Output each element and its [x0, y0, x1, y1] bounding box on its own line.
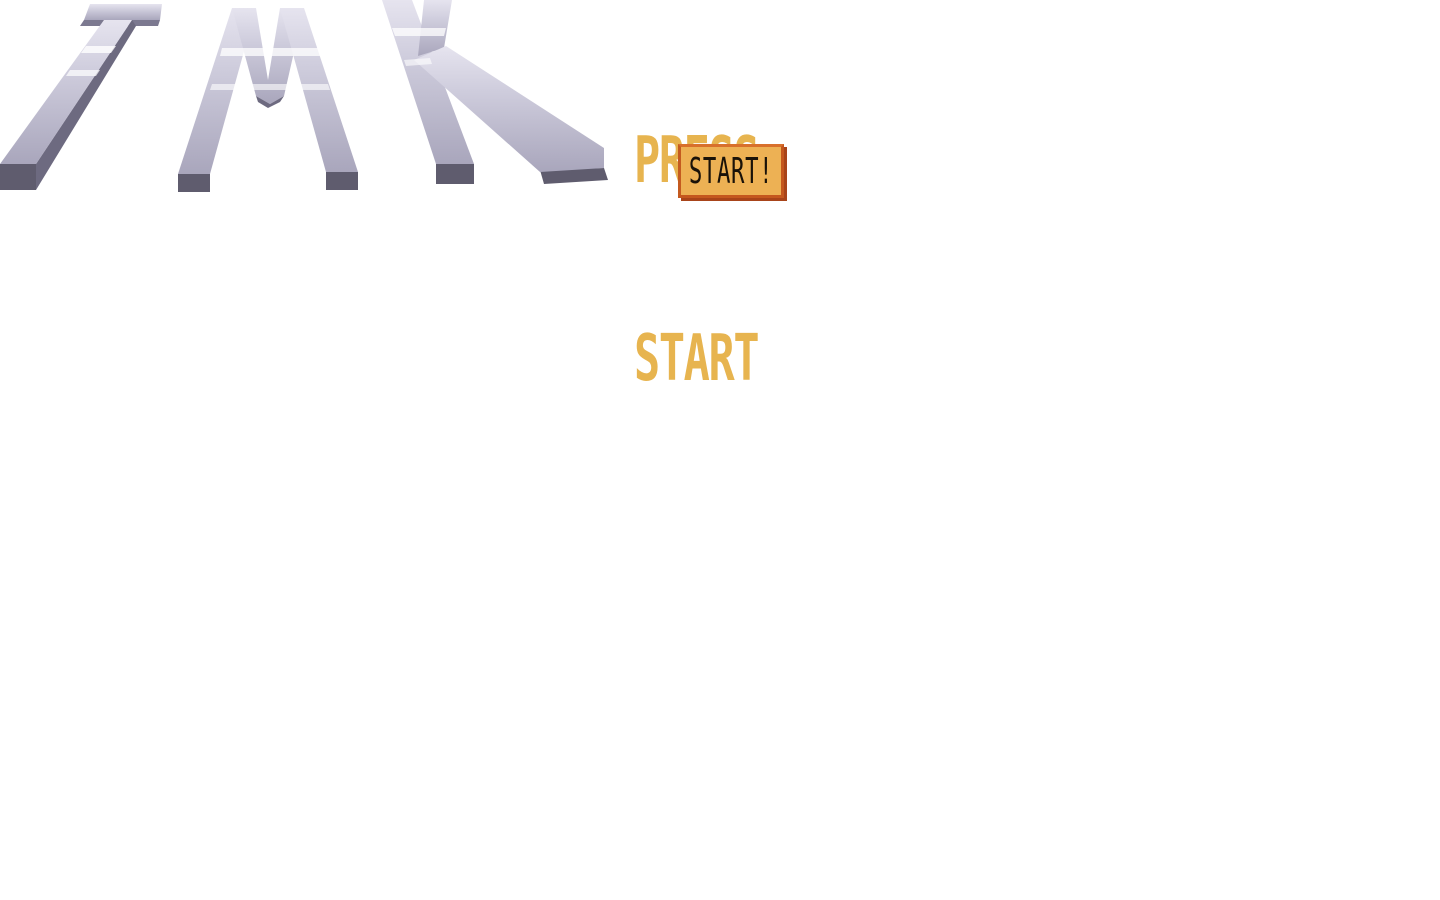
start-button-label: START!	[688, 150, 774, 192]
press-start-heading: PRESS START	[634, 0, 760, 524]
game-logo	[0, 0, 620, 200]
logo-letter-k	[382, 0, 608, 184]
logo-letter-t	[0, 4, 162, 190]
logo-letter-m	[178, 8, 358, 192]
title-screen: PRESS START START!	[0, 0, 1440, 900]
start-button[interactable]: START!	[678, 144, 784, 198]
press-start-line-2: START	[634, 322, 760, 396]
